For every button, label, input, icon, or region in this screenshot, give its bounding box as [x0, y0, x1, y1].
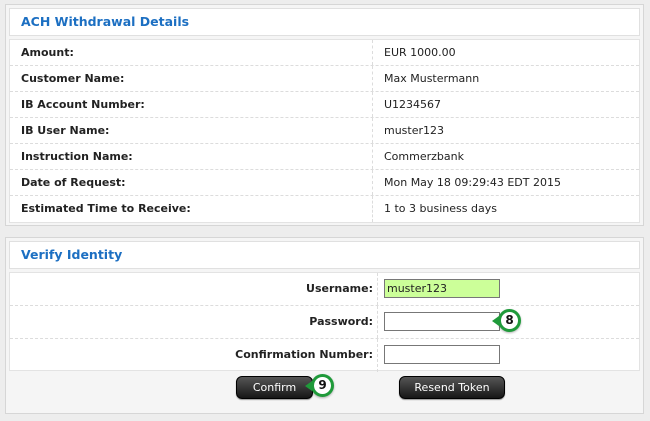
- username-input[interactable]: [384, 279, 500, 298]
- confirmation-number-input[interactable]: [384, 345, 500, 364]
- password-row: Password:: [10, 306, 639, 339]
- verify-form: Username: Password: Confirmation Number:: [9, 272, 640, 372]
- confirmation-number-label: Confirmation Number:: [10, 339, 378, 372]
- detail-value: Mon May 18 09:29:43 EDT 2015: [384, 176, 561, 189]
- step-9-callout-badge: 9: [305, 374, 334, 397]
- password-label: Password:: [10, 306, 378, 338]
- details-panel-title: ACH Withdrawal Details: [9, 8, 640, 36]
- detail-row-customer-name: Customer Name: Max Mustermann: [10, 66, 639, 92]
- step-8-callout-badge: 8: [492, 309, 521, 332]
- detail-label: Date of Request:: [10, 170, 373, 195]
- detail-row-instruction-name: Instruction Name: Commerzbank: [10, 144, 639, 170]
- detail-row-amount: Amount: EUR 1000.00: [10, 40, 639, 66]
- confirm-button[interactable]: Confirm: [236, 376, 313, 399]
- username-label: Username:: [10, 273, 378, 305]
- detail-value: muster123: [384, 124, 445, 137]
- detail-row-user-name: IB User Name: muster123: [10, 118, 639, 144]
- detail-value: Commerzbank: [384, 150, 464, 163]
- detail-value: 1 to 3 business days: [384, 202, 497, 215]
- detail-row-date-of-request: Date of Request: Mon May 18 09:29:43 EDT…: [10, 170, 639, 196]
- confirmation-row: Confirmation Number:: [10, 339, 639, 372]
- detail-value: U1234567: [384, 98, 442, 111]
- resend-token-button[interactable]: Resend Token: [399, 376, 505, 399]
- detail-label: Instruction Name:: [10, 144, 373, 169]
- detail-value: EUR 1000.00: [384, 46, 456, 59]
- ach-withdrawal-details-panel: ACH Withdrawal Details Amount: EUR 1000.…: [5, 4, 644, 226]
- verify-panel-title: Verify Identity: [9, 241, 640, 269]
- detail-label: IB Account Number:: [10, 92, 373, 117]
- detail-row-estimated-time: Estimated Time to Receive: 1 to 3 busine…: [10, 196, 639, 222]
- username-row: Username:: [10, 273, 639, 306]
- password-input[interactable]: [384, 312, 500, 331]
- detail-label: Estimated Time to Receive:: [10, 196, 373, 222]
- details-table: Amount: EUR 1000.00 Customer Name: Max M…: [9, 39, 640, 223]
- detail-label: IB User Name:: [10, 118, 373, 143]
- detail-label: Customer Name:: [10, 66, 373, 91]
- detail-row-account-number: IB Account Number: U1234567: [10, 92, 639, 118]
- detail-value: Max Mustermann: [384, 72, 480, 85]
- detail-label: Amount:: [10, 40, 373, 65]
